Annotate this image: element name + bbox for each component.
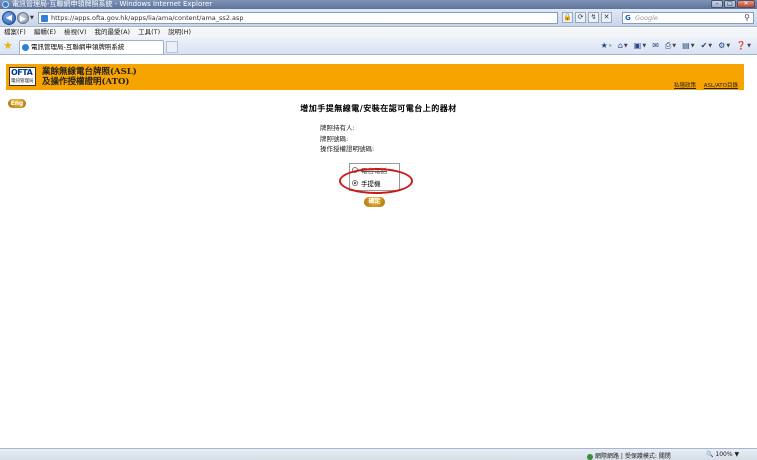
zoom-level-text: 100%: [715, 451, 733, 458]
radio-fixed-station[interactable]: [352, 167, 358, 173]
menu-help[interactable]: 說明(H): [168, 28, 191, 37]
mail-icon[interactable]: ✉: [652, 40, 659, 52]
ofta-logo: OFTA 電訊管理局: [9, 67, 36, 86]
search-box[interactable]: G Google ⚲: [622, 12, 754, 24]
menu-view[interactable]: 檢視(V): [64, 28, 87, 37]
licence-holder-label: 牌照持有人:: [320, 124, 355, 132]
new-tab-button[interactable]: [166, 41, 178, 53]
logo-subtext: 電訊管理局: [11, 79, 34, 84]
window-controls: – □ ✕: [711, 0, 755, 8]
menu-tools[interactable]: 工具(T): [138, 28, 160, 37]
security-zone[interactable]: 網際網路 | 受保護模式: 關閉: [587, 451, 671, 460]
tools-gear-icon[interactable]: ⚙ ▼: [718, 40, 730, 52]
favorites-add-icon[interactable]: ★»: [601, 40, 612, 52]
page-menu-icon[interactable]: ▤ ▼: [682, 40, 694, 52]
equipment-type-selector: 電台電話 手提機: [349, 163, 400, 191]
favorites-star-icon[interactable]: ★: [3, 40, 13, 51]
search-icon[interactable]: ⚲: [744, 13, 750, 22]
search-placeholder: Google: [635, 14, 658, 22]
stop-icon[interactable]: ✕: [601, 12, 612, 23]
menu-edit[interactable]: 編輯(E): [34, 28, 56, 37]
page-content: OFTA 電訊管理局 業餘無線電台牌照(ASL) 及操作授權證明(ATO) 私隱…: [0, 56, 757, 448]
tab-page-icon: [22, 44, 29, 51]
help-icon[interactable]: ❓ ▼: [736, 40, 751, 52]
internet-zone-icon: [587, 453, 593, 460]
page-icon: [41, 15, 48, 22]
site-banner: OFTA 電訊管理局 業餘無線電台牌照(ASL) 及操作授權證明(ATO) 私隱…: [6, 64, 744, 90]
menu-bar: 檔案(F) 編輯(E) 檢視(V) 我的最愛(A) 工具(T) 說明(H): [0, 28, 757, 37]
home-icon[interactable]: ⌂ ▼: [618, 40, 628, 52]
ie-logo-icon: [2, 1, 9, 8]
minimize-button[interactable]: –: [711, 0, 723, 8]
forward-button[interactable]: ▶: [17, 12, 29, 24]
address-tools: 🔒 ⟳ ↯ ✕: [562, 12, 612, 23]
compatibility-icon[interactable]: ↯: [588, 12, 599, 23]
page-title: 增加手提無線電/安裝在認可電台上的器材: [300, 103, 457, 113]
lock-icon[interactable]: 🔒: [562, 12, 573, 23]
confirm-button[interactable]: 確定: [364, 197, 385, 207]
licence-number-label: 牌照號碼:: [320, 135, 349, 143]
google-icon: G: [625, 14, 631, 22]
tab-current[interactable]: 電訊管理局-互聯網申領牌照系統: [19, 40, 164, 54]
banner-title-line1: 業餘無線電台牌照(ASL): [42, 67, 137, 77]
address-toolbar: ◀ ▶ ▼ https://apps.ofta.gov.hk/apps/lia/…: [0, 9, 757, 27]
option-handheld-label: 手提機: [361, 180, 381, 188]
address-bar[interactable]: https://apps.ofta.gov.hk/apps/lia/ama/co…: [38, 12, 558, 24]
command-bar: ★» ⌂ ▼ ▣ ▼ ✉ ⎙ ▼ ▤ ▼ ✔ ▼ ⚙ ▼ ❓ ▼: [601, 40, 751, 52]
status-bar: 網際網路 | 受保護模式: 關閉 🔍 100% ▼: [0, 448, 757, 460]
privacy-link[interactable]: 私隱政策: [674, 83, 696, 89]
option-fixed-station[interactable]: 電台電話: [352, 165, 387, 175]
banner-links: 私隱政策 ASL/ATO目錄: [668, 81, 738, 89]
asl-ato-index-link[interactable]: ASL/ATO目錄: [704, 83, 738, 89]
safety-icon[interactable]: ✔ ▼: [701, 40, 713, 52]
ato-number-label: 操作授權證明號碼:: [320, 145, 375, 153]
logo-text: OFTA: [11, 68, 33, 77]
tab-bar: ★ 電訊管理局-互聯網申領牌照系統 ★» ⌂ ▼ ▣ ▼ ✉ ⎙ ▼ ▤ ▼ ✔ ▼ ⚙ ▼…: [0, 37, 757, 55]
banner-title-line2: 及操作授權證明(ATO): [42, 77, 130, 87]
close-button[interactable]: ✕: [737, 0, 755, 8]
recent-pages-dropdown-icon[interactable]: ▼: [30, 15, 34, 21]
radio-handheld[interactable]: [352, 180, 358, 186]
maximize-button[interactable]: □: [724, 0, 736, 8]
url-text[interactable]: https://apps.ofta.gov.hk/apps/lia/ama/co…: [51, 14, 244, 22]
zoom-level[interactable]: 🔍 100% ▼: [706, 451, 739, 458]
option-handheld[interactable]: 手提機: [352, 178, 381, 188]
security-zone-text: 網際網路 | 受保護模式: 關閉: [595, 453, 671, 460]
refresh-icon[interactable]: ⟳: [575, 12, 586, 23]
option-fixed-station-label: 電台電話: [361, 167, 387, 175]
window-title: 電訊管理局-互聯網申領牌照系統 - Windows Internet Explo…: [12, 0, 213, 8]
print-icon[interactable]: ⎙ ▼: [665, 40, 676, 52]
window-title-bar: 電訊管理局-互聯網申領牌照系統 - Windows Internet Explo…: [0, 0, 757, 9]
banner-title: 業餘無線電台牌照(ASL) 及操作授權證明(ATO): [42, 67, 137, 87]
tab-title: 電訊管理局-互聯網申領牌照系統: [31, 43, 125, 51]
feeds-icon[interactable]: ▣ ▼: [634, 40, 646, 52]
back-button[interactable]: ◀: [2, 11, 16, 25]
menu-favorites[interactable]: 我的最愛(A): [95, 28, 131, 37]
menu-file[interactable]: 檔案(F): [4, 28, 26, 37]
